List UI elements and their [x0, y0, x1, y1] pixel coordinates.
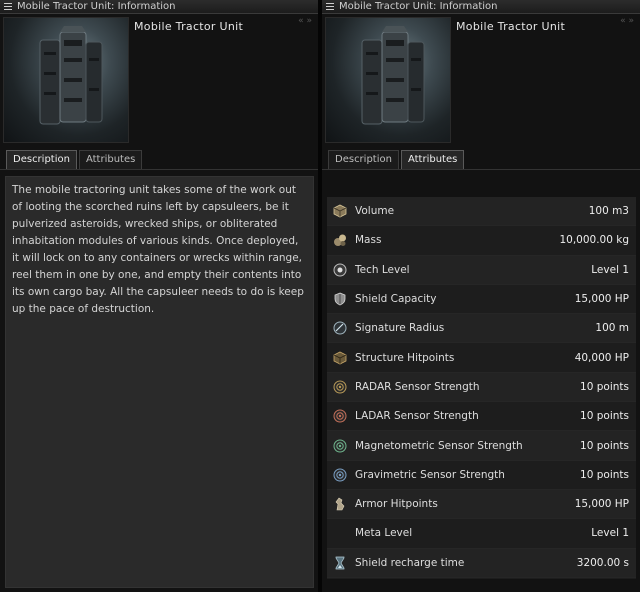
magnetometric-sensor-icon — [332, 438, 348, 454]
attribute-row-shield-capacity[interactable]: Shield Capacity 15,000 HP — [327, 285, 636, 315]
attribute-row-mass[interactable]: Mass 10,000.00 kg — [327, 226, 636, 256]
window-menu-icon[interactable] — [4, 3, 12, 10]
attributes-list: Volume 100 m3 Mass 10,000.00 kg Tech Lev… — [327, 197, 636, 579]
attribute-label: Meta Level — [355, 527, 413, 540]
tractor-unit-image — [361, 26, 425, 125]
armor-icon — [332, 496, 348, 512]
attribute-value: 15,000 HP — [574, 498, 629, 511]
attribute-row-shield-recharge-time[interactable]: Shield recharge time 3200.00 s — [327, 548, 636, 578]
attribute-value: 10 points — [580, 468, 629, 481]
attribute-row-gravimetric-sensor-strength[interactable]: Gravimetric Sensor Strength 10 points — [327, 461, 636, 490]
attribute-label: Tech Level — [355, 263, 410, 276]
mass-rocks-icon — [332, 232, 348, 248]
info-window-description: Mobile Tractor Unit: Information Mobile … — [0, 0, 318, 592]
attribute-row-ladar-sensor-strength[interactable]: LADAR Sensor Strength 10 points — [327, 402, 636, 432]
tab-underline — [322, 169, 640, 170]
attribute-label: RADAR Sensor Strength — [355, 380, 480, 393]
hourglass-icon — [332, 555, 348, 571]
tab-description[interactable]: Description — [6, 150, 77, 170]
attribute-value: 10 points — [580, 410, 629, 423]
attribute-row-tech-level[interactable]: Tech Level Level 1 — [327, 255, 636, 285]
attribute-value: 10,000.00 kg — [559, 234, 629, 247]
gravimetric-sensor-icon — [332, 467, 348, 483]
attribute-value: Level 1 — [591, 527, 629, 540]
attribute-label: Gravimetric Sensor Strength — [355, 468, 505, 481]
attribute-value: 100 m3 — [588, 205, 629, 218]
signature-radius-icon — [332, 320, 348, 336]
attribute-value: 10 points — [580, 439, 629, 452]
info-window-attributes: Mobile Tractor Unit: Information Mobile … — [322, 0, 640, 592]
collapse-arrows-icon[interactable]: « » — [620, 16, 634, 26]
item-name: Mobile Tractor Unit — [456, 20, 566, 33]
attribute-label: Signature Radius — [355, 322, 445, 335]
attribute-value: 15,000 HP — [574, 293, 629, 306]
tab-attributes[interactable]: Attributes — [78, 150, 143, 169]
tab-bar: Description Attributes — [6, 150, 143, 170]
meta-level-blank-icon — [332, 525, 348, 541]
attribute-label: Structure Hitpoints — [355, 351, 455, 364]
window-menu-icon[interactable] — [326, 3, 334, 10]
collapse-arrows-icon[interactable]: « » — [298, 16, 312, 26]
cube-icon — [332, 203, 348, 219]
tab-attributes[interactable]: Attributes — [400, 150, 465, 170]
tractor-unit-image — [39, 26, 103, 125]
description-panel: The mobile tractoring unit takes some of… — [5, 176, 314, 588]
attribute-row-volume[interactable]: Volume 100 m3 — [327, 197, 636, 227]
attribute-row-magnetometric-sensor-strength[interactable]: Magnetometric Sensor Strength 10 points — [327, 431, 636, 461]
attribute-label: Armor Hitpoints — [355, 498, 438, 511]
attribute-value: 100 m — [595, 322, 629, 335]
attribute-label: LADAR Sensor Strength — [355, 410, 479, 423]
attribute-row-signature-radius[interactable]: Signature Radius 100 m — [327, 314, 636, 344]
attribute-label: Shield Capacity — [355, 293, 437, 306]
window-titlebar[interactable]: Mobile Tractor Unit: Information — [322, 0, 640, 14]
attribute-row-radar-sensor-strength[interactable]: RADAR Sensor Strength 10 points — [327, 372, 636, 403]
window-title: Mobile Tractor Unit: Information — [339, 1, 498, 12]
ladar-sensor-icon — [332, 408, 348, 424]
shield-icon — [332, 291, 348, 307]
attribute-value: 3200.00 s — [576, 556, 629, 569]
item-thumbnail[interactable] — [3, 17, 129, 143]
attribute-value: 40,000 HP — [574, 351, 629, 364]
tech-level-icon — [332, 262, 348, 278]
window-titlebar[interactable]: Mobile Tractor Unit: Information — [0, 0, 318, 14]
item-thumbnail[interactable] — [325, 17, 451, 143]
tab-underline — [0, 169, 318, 170]
attribute-row-meta-level[interactable]: Meta Level Level 1 — [327, 519, 636, 549]
attribute-label: Shield recharge time — [355, 556, 465, 569]
attribute-row-armor-hitpoints[interactable]: Armor Hitpoints 15,000 HP — [327, 489, 636, 520]
attribute-label: Mass — [355, 234, 382, 247]
description-text: The mobile tractoring unit takes some of… — [12, 184, 304, 315]
attribute-row-structure-hitpoints[interactable]: Structure Hitpoints 40,000 HP — [327, 343, 636, 373]
window-title: Mobile Tractor Unit: Information — [17, 1, 176, 12]
tab-description[interactable]: Description — [328, 150, 399, 169]
tab-bar: Description Attributes — [328, 150, 465, 170]
radar-sensor-icon — [332, 379, 348, 395]
attribute-value: 10 points — [580, 380, 629, 393]
attribute-label: Magnetometric Sensor Strength — [355, 439, 523, 452]
attribute-label: Volume — [355, 205, 395, 218]
attribute-value: Level 1 — [591, 263, 629, 276]
item-name: Mobile Tractor Unit — [134, 20, 244, 33]
item-header: Mobile Tractor Unit « » — [322, 14, 640, 148]
item-header: Mobile Tractor Unit « » — [0, 14, 318, 148]
structure-icon — [332, 350, 348, 366]
